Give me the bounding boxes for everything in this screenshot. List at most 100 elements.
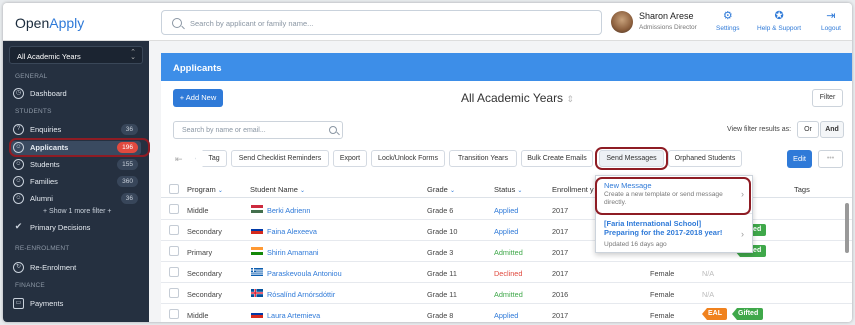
row-checkbox[interactable] bbox=[169, 204, 179, 214]
student-name-link[interactable]: Berki Adrienn bbox=[267, 206, 310, 215]
column-label: Grade bbox=[427, 185, 448, 194]
enrollment-year-cell: 2017 bbox=[552, 248, 569, 257]
program-cell: Middle bbox=[187, 206, 209, 215]
user-name[interactable]: Sharon Arese bbox=[639, 11, 694, 21]
view-filter-label: View filter results as: bbox=[727, 126, 792, 133]
logo[interactable]: OpenApply bbox=[15, 15, 84, 31]
logout-label: Logout bbox=[821, 25, 841, 32]
sidebar-item-dashboard[interactable]: ◷ Dashboard bbox=[11, 88, 141, 101]
russia-flag-icon bbox=[251, 310, 263, 318]
sidebar-item-primary-decisions[interactable]: ✔ Primary Decisions bbox=[11, 222, 141, 235]
row-checkbox[interactable] bbox=[169, 225, 179, 235]
row-checkbox[interactable] bbox=[169, 267, 179, 277]
tag-eal[interactable]: EAL bbox=[702, 308, 727, 320]
avatar[interactable] bbox=[611, 11, 633, 33]
table-row[interactable]: Secondary Rósalínd Arnórsdóttir Grade 11 Ad… bbox=[161, 283, 852, 304]
tag-label: Gifted bbox=[738, 310, 759, 317]
more-options-button[interactable]: ••• bbox=[818, 150, 843, 168]
lock-unlock-forms-button[interactable]: Lock/Unlock Forms bbox=[371, 150, 445, 167]
section-students: STUDENTS bbox=[15, 108, 52, 115]
student-name-link[interactable]: Laura Artemieva bbox=[267, 311, 320, 320]
logout-link[interactable]: ⇥ Logout bbox=[821, 10, 841, 32]
sidebar-item-label: Primary Decisions bbox=[30, 223, 91, 232]
section-finance: FINANCE bbox=[15, 282, 45, 289]
table-row[interactable]: Middle Laura Artemieva Grade 8 Applied 2017 F… bbox=[161, 304, 852, 322]
orphaned-students-button[interactable]: Orphaned Students bbox=[668, 150, 742, 167]
student-name-link[interactable]: Faina Alexeeva bbox=[267, 227, 317, 236]
row-checkbox[interactable] bbox=[169, 246, 179, 256]
global-search-input[interactable]: Search by applicant or family name... bbox=[161, 10, 602, 35]
logout-icon: ⇥ bbox=[826, 10, 836, 22]
page-title[interactable]: All Academic Years ⇕ bbox=[461, 91, 574, 105]
send-checklist-reminders-button[interactable]: Send Checklist Reminders bbox=[231, 150, 329, 167]
tag-gifted[interactable]: Gifted bbox=[732, 308, 764, 320]
search-placeholder: Search by applicant or family name... bbox=[190, 19, 314, 28]
tag-button[interactable]: Tag bbox=[195, 150, 227, 167]
sidebar-item-families[interactable]: ☺ Families 360 bbox=[11, 176, 141, 189]
sidebar-item-re-enrolment[interactable]: ↻ Re-Enrolment bbox=[11, 262, 141, 275]
and-toggle[interactable]: And bbox=[820, 121, 844, 138]
status-cell: Applied bbox=[494, 311, 519, 320]
sidebar: All Academic Years ⌃ ⌄ GENERAL ◷ Dashboar… bbox=[3, 41, 149, 322]
chevron-down-icon: ⌄ bbox=[217, 188, 223, 194]
gender-cell: Female bbox=[650, 269, 675, 278]
status-cell: Admitted bbox=[494, 290, 523, 299]
show-more-filter-link[interactable]: + Show 1 more filter + bbox=[43, 208, 111, 215]
edit-button[interactable]: Edit bbox=[787, 150, 812, 168]
column-status[interactable]: Status ⌄ bbox=[494, 185, 522, 194]
students-icon: ☺ bbox=[13, 159, 24, 170]
sidebar-item-students[interactable]: ☺ Students 155 bbox=[11, 159, 141, 172]
sort-arrow-icon: ⇤ bbox=[175, 154, 183, 164]
tag-na: N/A bbox=[702, 269, 715, 278]
sidebar-item-label: Alumni bbox=[30, 194, 53, 203]
sidebar-item-payments[interactable]: ▭ Payments bbox=[11, 298, 141, 311]
settings-link[interactable]: ⚙ Settings bbox=[716, 10, 740, 32]
select-all-checkbox[interactable] bbox=[169, 184, 179, 194]
applicants-highlight-callout bbox=[9, 138, 150, 157]
sidebar-item-alumni[interactable]: ☺ Alumni 36 bbox=[11, 193, 141, 206]
filter-search-input[interactable]: Search by name or email... bbox=[173, 121, 343, 139]
export-button[interactable]: Export bbox=[333, 150, 367, 167]
russia-flag-icon bbox=[251, 226, 263, 234]
program-cell: Secondary bbox=[187, 290, 222, 299]
app-window: OpenApply Search by applicant or family … bbox=[3, 3, 852, 322]
add-new-button[interactable]: + Add New bbox=[173, 89, 223, 107]
column-tags[interactable]: Tags bbox=[794, 185, 810, 194]
faria-template-item[interactable]: [Faria International School] Preparing f… bbox=[596, 215, 752, 253]
academic-year-value: All Academic Years bbox=[17, 52, 81, 61]
row-checkbox[interactable] bbox=[169, 288, 179, 298]
filter-button[interactable]: Filter bbox=[812, 89, 843, 107]
or-toggle[interactable]: Or bbox=[797, 121, 819, 138]
chevron-right-icon: › bbox=[741, 229, 744, 239]
enrollment-year-cell: 2016 bbox=[552, 290, 569, 299]
column-student-name[interactable]: Student Name ⌄ bbox=[250, 185, 305, 194]
check-icon: ✔ bbox=[14, 221, 23, 231]
enrollment-year-cell: 2017 bbox=[552, 206, 569, 215]
student-name-link[interactable]: Paraskevoula Antoniou bbox=[267, 269, 342, 278]
bulk-create-emails-button[interactable]: Bulk Create Emails bbox=[521, 150, 593, 167]
chevron-down-icon: ⌄ bbox=[517, 188, 523, 194]
program-cell: Secondary bbox=[187, 227, 222, 236]
status-cell: Admitted bbox=[494, 248, 523, 257]
sidebar-item-label: Enquiries bbox=[30, 125, 62, 134]
sidebar-item-label: Payments bbox=[30, 299, 64, 308]
scrollbar[interactable] bbox=[845, 203, 849, 253]
sidebar-item-label: Families bbox=[30, 177, 58, 186]
logo-apply: Apply bbox=[49, 15, 85, 31]
dashboard-icon: ◷ bbox=[13, 88, 24, 99]
table-row[interactable]: Secondary Paraskevoula Antoniou Grade 11 De… bbox=[161, 262, 852, 283]
column-enrollment-year[interactable]: Enrollment y bbox=[552, 185, 594, 194]
status-cell: Applied bbox=[494, 206, 519, 215]
student-name-link[interactable]: Rósalínd Arnórsdóttir bbox=[267, 290, 335, 299]
transition-years-button[interactable]: Transition Years bbox=[449, 150, 517, 167]
gender-cell: Female bbox=[650, 311, 675, 320]
academic-year-select[interactable]: All Academic Years ⌃ ⌄ bbox=[9, 46, 143, 64]
enquiries-icon: ? bbox=[13, 124, 24, 135]
row-checkbox[interactable] bbox=[169, 309, 179, 319]
column-grade[interactable]: Grade ⌄ bbox=[427, 185, 455, 194]
column-program[interactable]: Program ⌄ bbox=[187, 185, 223, 194]
student-name-link[interactable]: Shirin Amarnani bbox=[267, 248, 319, 257]
sidebar-item-enquiries[interactable]: ? Enquiries 36 bbox=[11, 124, 141, 137]
help-support-link[interactable]: ✪ Help & Support bbox=[757, 10, 801, 32]
count-badge: 36 bbox=[120, 193, 138, 204]
